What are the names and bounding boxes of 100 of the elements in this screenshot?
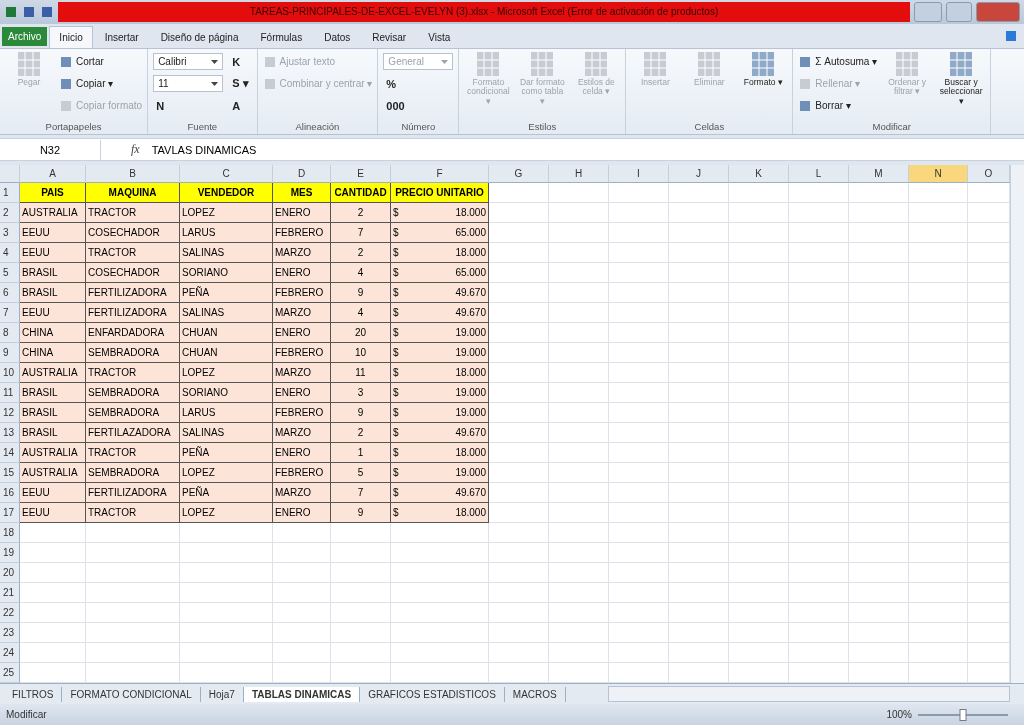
row-header[interactable]: 4 xyxy=(0,243,20,264)
table-cell: BRASIL xyxy=(20,403,86,424)
sheet-tab[interactable]: Hoja7 xyxy=(200,686,244,702)
row-header[interactable]: 13 xyxy=(0,423,20,444)
header-cell: MES xyxy=(273,183,331,204)
ribbon-button[interactable]: Σ Autosuma ▾ xyxy=(798,54,878,69)
ribbon-tab[interactable]: Inicio xyxy=(49,25,93,48)
select-all-corner[interactable] xyxy=(0,165,20,184)
format-button[interactable]: S ▾ xyxy=(229,77,252,90)
format-button[interactable]: 000 xyxy=(383,99,454,112)
column-header[interactable]: F xyxy=(391,165,489,184)
row-header[interactable]: 1 xyxy=(0,183,20,204)
column-header[interactable]: M xyxy=(849,165,909,184)
row-header[interactable]: 11 xyxy=(0,383,20,404)
row-header[interactable]: 21 xyxy=(0,583,20,604)
horizontal-scrollbar[interactable] xyxy=(608,686,1010,703)
table-cell: TRACTOR xyxy=(86,503,180,524)
price-cell: $ 19.000 xyxy=(391,463,489,484)
close-button[interactable] xyxy=(976,1,1020,22)
table-cell: AUSTRALIA xyxy=(20,443,86,464)
table-cell: LOPEZ xyxy=(180,363,273,384)
format-button[interactable]: % xyxy=(383,77,454,90)
ribbon-button[interactable]: Formato ▾ xyxy=(739,51,788,88)
grid-icon xyxy=(644,51,667,76)
column-header[interactable]: O xyxy=(968,165,1010,184)
row-header[interactable]: 14 xyxy=(0,443,20,464)
column-header[interactable]: L xyxy=(789,165,849,184)
ribbon-button[interactable]: Cortar xyxy=(59,54,143,69)
dropdown-field[interactable]: Calibri xyxy=(153,53,224,70)
price-cell: $ 18.000 xyxy=(391,203,489,224)
row-header[interactable]: 10 xyxy=(0,363,20,384)
row-header[interactable]: 3 xyxy=(0,223,20,244)
ribbon-tab[interactable]: Revisar xyxy=(362,25,417,48)
file-tab[interactable]: Archivo xyxy=(2,26,48,46)
format-button[interactable]: A xyxy=(229,99,252,112)
row-header[interactable]: 8 xyxy=(0,323,20,344)
column-header[interactable]: E xyxy=(331,165,391,184)
ribbon-button[interactable]: Borrar ▾ xyxy=(798,98,878,113)
ribbon-tab[interactable]: Vista xyxy=(418,25,461,48)
row-header[interactable]: 23 xyxy=(0,623,20,644)
ribbon-button[interactable]: Buscar y seleccionar ▾ xyxy=(937,51,986,107)
row-header[interactable]: 6 xyxy=(0,283,20,304)
column-header[interactable]: G xyxy=(489,165,549,184)
ribbon-button[interactable]: Copiar ▾ xyxy=(59,76,143,91)
column-header[interactable]: H xyxy=(549,165,609,184)
row-header[interactable]: 22 xyxy=(0,603,20,624)
format-button[interactable]: N xyxy=(153,99,224,112)
minimize-button[interactable] xyxy=(914,1,942,22)
price-cell: $ 49.670 xyxy=(391,423,489,444)
sheet-tab[interactable]: TABLAS DINAMICAS xyxy=(243,686,361,702)
format-button[interactable]: K xyxy=(229,55,252,68)
column-header[interactable]: D xyxy=(273,165,331,184)
column-header[interactable]: K xyxy=(729,165,789,184)
row-header[interactable]: 5 xyxy=(0,263,20,284)
function-button[interactable]: fx xyxy=(101,142,146,157)
column-header[interactable]: B xyxy=(86,165,180,184)
dropdown-field[interactable]: 11 xyxy=(153,75,224,92)
price-cell: $ 19.000 xyxy=(391,383,489,404)
row-header[interactable]: 9 xyxy=(0,343,20,364)
row-header[interactable]: 2 xyxy=(0,203,20,224)
table-cell: BRASIL xyxy=(20,383,86,404)
caret-icon xyxy=(211,81,219,86)
row-header[interactable]: 25 xyxy=(0,663,20,684)
row-header[interactable]: 16 xyxy=(0,483,20,504)
column-header[interactable]: J xyxy=(669,165,729,184)
sheet-tab[interactable]: GRAFICOS ESTADISTICOS xyxy=(360,686,505,702)
column-header[interactable]: C xyxy=(180,165,273,184)
grid-icon xyxy=(752,51,775,76)
sheet-tab[interactable]: FILTROS xyxy=(4,686,63,702)
maximize-button[interactable] xyxy=(946,1,972,22)
column-header[interactable]: N xyxy=(909,165,968,184)
table-cell: 10 xyxy=(331,343,391,364)
table-cell: SALINAS xyxy=(180,243,273,264)
square-icon xyxy=(798,76,813,91)
row-header[interactable]: 7 xyxy=(0,303,20,324)
row-header[interactable]: 17 xyxy=(0,503,20,524)
name-box[interactable]: N32 xyxy=(0,139,101,160)
vertical-scrollbar[interactable] xyxy=(1010,165,1024,684)
table-cell: CHUAN xyxy=(180,343,273,364)
row-header[interactable]: 12 xyxy=(0,403,20,424)
zoom-thumb[interactable] xyxy=(959,708,967,721)
sheet-tab[interactable]: FORMATO CONDICIONAL xyxy=(62,686,201,702)
row-header[interactable]: 24 xyxy=(0,643,20,664)
row-header[interactable]: 18 xyxy=(0,523,20,544)
table-cell: PEÑA xyxy=(180,443,273,464)
sheet-tab[interactable]: MACROS xyxy=(504,686,566,702)
ribbon-tab[interactable]: Insertar xyxy=(94,25,149,48)
ribbon-tab[interactable]: Fórmulas xyxy=(250,25,313,48)
row-header[interactable]: 20 xyxy=(0,563,20,584)
ribbon-tab[interactable]: Datos xyxy=(314,25,361,48)
grid-icon xyxy=(585,51,608,76)
column-header[interactable]: I xyxy=(609,165,669,184)
formula-field[interactable]: TAVLAS DINAMICAS xyxy=(145,143,257,156)
ribbon-tab[interactable]: Diseño de página xyxy=(150,25,249,48)
row-header[interactable]: 19 xyxy=(0,543,20,564)
zoom-slider[interactable] xyxy=(918,708,1008,721)
row-header[interactable]: 15 xyxy=(0,463,20,484)
table-cell: PEÑA xyxy=(180,283,273,304)
table-cell: 1 xyxy=(331,443,391,464)
column-header[interactable]: A xyxy=(20,165,86,184)
